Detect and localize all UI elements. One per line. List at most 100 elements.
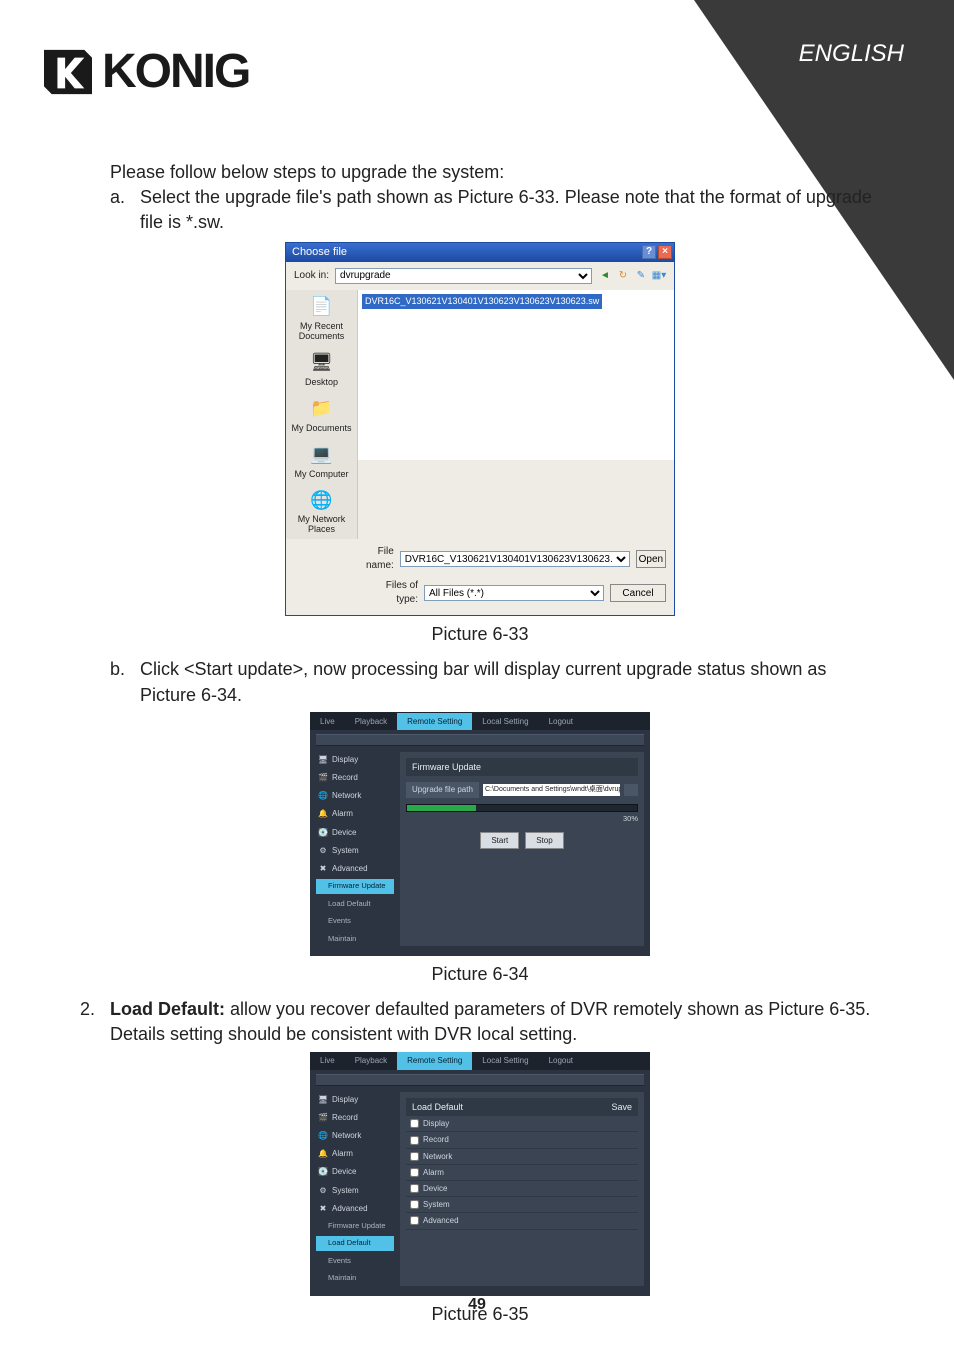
checkbox[interactable]: [410, 1152, 419, 1161]
checkbox[interactable]: [410, 1200, 419, 1209]
sidebar-sub-events-2[interactable]: Events: [316, 1254, 394, 1269]
dvr-sidebar: 🖥Display 🎬Record 🌐Network 🔔Alarm 💽Device…: [316, 752, 394, 946]
ld-option-display[interactable]: Display: [406, 1116, 638, 1132]
sidebar-item-record-2[interactable]: 🎬Record: [316, 1110, 394, 1125]
dvr-strip-2: [316, 1074, 644, 1086]
choose-file-dialog: Choose file ? × Look in: dvrupgrade ◄ ↻ …: [285, 242, 675, 617]
checkbox[interactable]: [410, 1136, 419, 1145]
sidebar-item-network[interactable]: 🌐Network: [316, 788, 394, 803]
sidebar-item-system[interactable]: ⚙System: [316, 843, 394, 858]
tab-logout-2[interactable]: Logout: [539, 1052, 583, 1069]
step-a-text: Select the upgrade file's path shown as …: [140, 185, 880, 235]
tab-logout[interactable]: Logout: [539, 713, 583, 730]
sidebar-item-network-2[interactable]: 🌐Network: [316, 1128, 394, 1143]
look-in-label: Look in:: [294, 269, 329, 283]
sidebar-item-display[interactable]: 🖥Display: [316, 752, 394, 767]
caption-6-33: Picture 6-33: [80, 622, 880, 647]
place-recent[interactable]: 📄My Recent Documents: [290, 294, 354, 342]
sidebar-item-alarm[interactable]: 🔔Alarm: [316, 806, 394, 821]
page-content: Please follow below steps to upgrade the…: [80, 160, 880, 1337]
progress-bar: [406, 804, 638, 812]
sidebar-item-device[interactable]: 💽Device: [316, 825, 394, 840]
file-name-label: File name:: [366, 545, 394, 573]
system-icon: ⚙: [318, 845, 328, 856]
progress-percent: 30%: [406, 814, 638, 825]
dvr-main-panel: Firmware Update Upgrade file path C:\Doc…: [400, 752, 644, 946]
tab-playback-2[interactable]: Playback: [345, 1052, 397, 1069]
ld-option-advanced[interactable]: Advanced: [406, 1213, 638, 1229]
tab-remote-setting[interactable]: Remote Setting: [397, 713, 472, 730]
dvr-sidebar-2: 🖥Display 🎬Record 🌐Network 🔔Alarm 💽Device…: [316, 1092, 394, 1286]
logo-mark-icon: [44, 48, 92, 96]
sidebar-item-alarm-2[interactable]: 🔔Alarm: [316, 1146, 394, 1161]
places-bar: 📄My Recent Documents 🖥Desktop 📁My Docume…: [286, 290, 358, 539]
help-icon[interactable]: ?: [642, 245, 656, 259]
sidebar-item-display-2[interactable]: 🖥Display: [316, 1092, 394, 1107]
advanced-icon: ✖: [318, 1203, 328, 1214]
brand-logo: KONIG: [44, 44, 249, 99]
upgrade-path-value[interactable]: C:\Documents and Settings\wndt\桌面\dvrupg…: [483, 784, 620, 796]
look-in-select[interactable]: dvrupgrade: [335, 268, 592, 284]
item-2-marker: 2.: [80, 997, 110, 1047]
sidebar-item-advanced-2[interactable]: ✖Advanced: [316, 1201, 394, 1216]
tab-live[interactable]: Live: [310, 713, 345, 730]
dvr-loaddefault-screenshot: Live Playback Remote Setting Local Setti…: [310, 1052, 650, 1296]
up-icon[interactable]: ↻: [616, 269, 630, 283]
place-network[interactable]: 🌐My Network Places: [290, 487, 354, 535]
ld-option-network[interactable]: Network: [406, 1149, 638, 1165]
file-type-select[interactable]: All Files (*.*): [424, 585, 604, 601]
ld-option-system[interactable]: System: [406, 1197, 638, 1213]
view-menu-icon[interactable]: ▦▾: [652, 269, 666, 283]
checkbox[interactable]: [410, 1216, 419, 1225]
sidebar-sub-loaddefault[interactable]: Load Default: [316, 897, 394, 912]
tab-playback[interactable]: Playback: [345, 713, 397, 730]
browse-button[interactable]: [624, 784, 638, 796]
step-b-marker: b.: [110, 657, 140, 707]
open-button[interactable]: Open: [636, 550, 666, 568]
sidebar-item-device-2[interactable]: 💽Device: [316, 1164, 394, 1179]
file-list[interactable]: DVR16C_V130621V130401V130623V130623V1306…: [358, 290, 674, 460]
load-default-paragraph: Load Default: allow you recover defaulte…: [110, 997, 880, 1047]
checkbox[interactable]: [410, 1184, 419, 1193]
checkbox[interactable]: [410, 1119, 419, 1128]
sidebar-item-advanced[interactable]: ✖Advanced: [316, 861, 394, 876]
place-computer[interactable]: 💻My Computer: [290, 442, 354, 480]
sidebar-sub-loaddefault-2[interactable]: Load Default: [316, 1236, 394, 1251]
sidebar-sub-firmware[interactable]: Firmware Update: [316, 879, 394, 894]
tab-live-2[interactable]: Live: [310, 1052, 345, 1069]
tab-local-setting[interactable]: Local Setting: [472, 713, 538, 730]
intro-text: Please follow below steps to upgrade the…: [80, 160, 880, 185]
alarm-icon: 🔔: [318, 1148, 328, 1159]
sidebar-item-record[interactable]: 🎬Record: [316, 770, 394, 785]
display-icon: 🖥: [318, 1094, 328, 1105]
progress-fill: [407, 805, 476, 811]
start-button[interactable]: Start: [480, 832, 519, 849]
place-desktop[interactable]: 🖥Desktop: [290, 350, 354, 388]
dvr-tabs-2: Live Playback Remote Setting Local Setti…: [310, 1052, 650, 1070]
file-name-field[interactable]: DVR16C_V130621V130401V130623V130623.: [400, 551, 630, 567]
sidebar-sub-firmware-2[interactable]: Firmware Update: [316, 1219, 394, 1234]
checkbox[interactable]: [410, 1168, 419, 1177]
dvr-tabs: Live Playback Remote Setting Local Setti…: [310, 712, 650, 730]
sidebar-item-system-2[interactable]: ⚙System: [316, 1183, 394, 1198]
place-documents[interactable]: 📁My Documents: [290, 396, 354, 434]
stop-button[interactable]: Stop: [525, 832, 563, 849]
close-icon[interactable]: ×: [658, 245, 672, 259]
device-icon: 💽: [318, 827, 328, 838]
dvr-strip: [316, 734, 644, 746]
sidebar-sub-maintain[interactable]: Maintain: [316, 932, 394, 947]
cancel-button[interactable]: Cancel: [610, 584, 666, 602]
selected-file[interactable]: DVR16C_V130621V130401V130623V130623V1306…: [362, 294, 602, 309]
sidebar-sub-maintain-2[interactable]: Maintain: [316, 1271, 394, 1286]
ld-option-record[interactable]: Record: [406, 1132, 638, 1148]
tab-remote-setting-2[interactable]: Remote Setting: [397, 1052, 472, 1069]
new-folder-icon[interactable]: ✎: [634, 269, 648, 283]
save-button[interactable]: Save: [611, 1101, 632, 1114]
sidebar-sub-events[interactable]: Events: [316, 914, 394, 929]
advanced-icon: ✖: [318, 863, 328, 874]
back-icon[interactable]: ◄: [598, 269, 612, 283]
dvr-main-panel-2: Load Default Save Display Record Network…: [400, 1092, 644, 1286]
tab-local-setting-2[interactable]: Local Setting: [472, 1052, 538, 1069]
ld-option-device[interactable]: Device: [406, 1181, 638, 1197]
ld-option-alarm[interactable]: Alarm: [406, 1165, 638, 1181]
